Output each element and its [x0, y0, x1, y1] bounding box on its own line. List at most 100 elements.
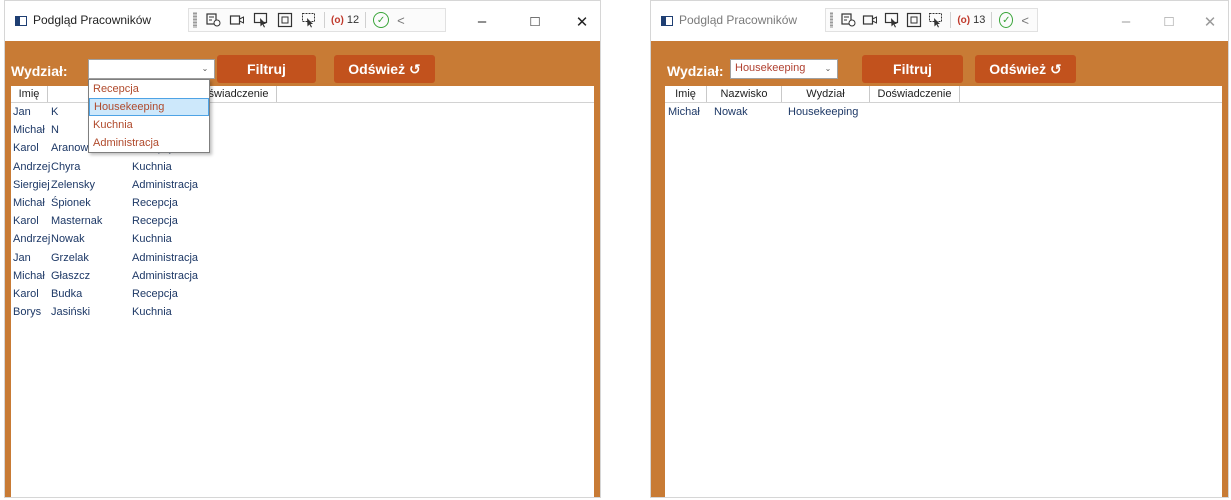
last-name-cell: Nowak — [714, 106, 748, 118]
first-name-cell: Karol — [13, 215, 39, 228]
table-row[interactable]: Michał Śpionek Recepcja — [11, 195, 594, 213]
table-row[interactable]: Andrzej Nowak Kuchnia — [11, 231, 594, 249]
column-header-last-name[interactable]: Nazwisko — [707, 86, 782, 102]
last-name-cell: K — [51, 106, 59, 118]
last-name-cell: Jasiński — [51, 306, 91, 319]
first-name-cell: Jan — [13, 106, 31, 118]
combobox-value: Housekeeping — [735, 62, 806, 74]
last-name-cell: Śpionek — [51, 196, 91, 209]
last-name-cell: Grzelak — [51, 251, 89, 264]
table-row[interactable]: Karol Budka Recepcja — [11, 286, 594, 304]
app-window-icon — [15, 16, 27, 26]
first-name-cell: Andrzej — [13, 160, 51, 173]
collapse-chevron-icon[interactable]: < — [1021, 13, 1029, 28]
live-visual-tree-icon[interactable] — [840, 11, 856, 29]
binding-failures-counter[interactable]: (o) 12 — [331, 14, 359, 26]
track-focus-icon[interactable] — [300, 11, 318, 29]
close-button[interactable]: ✕ — [572, 13, 592, 31]
column-header-department[interactable]: Wydział — [782, 86, 870, 102]
table-row[interactable]: Michał Głaszcz Administracja — [11, 268, 594, 286]
column-header-experience[interactable]: Doświadczenie — [870, 86, 960, 102]
first-name-cell: Siergiej — [13, 178, 50, 191]
main-panel: Wydział: Housekeeping ⌄ Filtruj Odśwież … — [651, 41, 1228, 497]
dropdown-option-administracja[interactable]: Administracja — [89, 134, 209, 152]
department-combobox[interactable]: Housekeeping ⌄ — [730, 59, 838, 79]
live-visual-tree-icon[interactable] — [204, 11, 222, 29]
department-cell: Kuchnia — [132, 233, 172, 246]
first-name-cell: Andrzej — [13, 233, 51, 246]
department-dropdown-list: Recepcja Housekeeping Kuchnia Administra… — [88, 79, 210, 153]
display-layout-adorners-icon[interactable] — [906, 11, 922, 29]
filter-button[interactable]: Filtruj — [217, 55, 316, 83]
last-name-cell: Nowak — [51, 233, 85, 246]
binding-failures-counter[interactable]: (o) 13 — [957, 14, 985, 26]
debug-toolbar: (o) 12 ✓ < — [188, 8, 446, 32]
binding-failures-icon: (o) — [957, 15, 971, 26]
department-cell: Kuchnia — [132, 306, 172, 319]
app-window-icon — [661, 16, 673, 26]
first-name-cell: Michał — [13, 196, 45, 209]
department-cell: Administracja — [132, 269, 199, 282]
minimize-button[interactable]: – — [1116, 13, 1136, 30]
display-layout-adorners-icon[interactable] — [276, 11, 294, 29]
main-panel: Wydział: ⌄ Filtruj Odśwież ↺ Recepcja Ho… — [5, 41, 600, 497]
chevron-down-icon[interactable]: ⌄ — [822, 63, 834, 75]
select-element-icon[interactable] — [252, 11, 270, 29]
last-name-cell: N — [51, 124, 59, 137]
minimize-button[interactable]: – — [472, 13, 492, 30]
department-label: Wydział: — [11, 63, 68, 79]
first-name-cell: Karol — [13, 142, 39, 155]
table-row[interactable]: Michał Nowak Housekeeping — [665, 104, 1222, 122]
right-app-window: Podgląd Pracowników (o) 13 ✓ < – □ ✕ Wyd… — [650, 0, 1229, 498]
department-cell: Housekeeping — [788, 106, 859, 118]
refresh-button[interactable]: Odśwież ↺ — [975, 55, 1076, 83]
dropdown-option-housekeeping[interactable]: Housekeeping — [89, 98, 209, 116]
track-focus-icon[interactable] — [928, 11, 944, 29]
left-app-window: Podgląd Pracowników (o) 12 ✓ < – □ ✕ Wyd… — [4, 0, 601, 498]
toolbar-grip-icon[interactable] — [193, 12, 197, 28]
dropdown-option-kuchnia[interactable]: Kuchnia — [89, 116, 209, 134]
filter-button[interactable]: Filtruj — [862, 55, 963, 83]
last-name-cell: Chyra — [51, 160, 81, 173]
employees-grid: Imię Nazwisko Wydział Doświadczenie Mich… — [665, 86, 1222, 497]
dropdown-option-recepcja[interactable]: Recepcja — [89, 80, 209, 98]
first-name-cell: Borys — [13, 306, 42, 319]
column-header-first-name[interactable]: Imię — [11, 86, 48, 102]
first-name-cell: Karol — [13, 287, 39, 300]
window-title: Podgląd Pracowników — [679, 13, 798, 27]
toolbar-grip-icon[interactable] — [830, 12, 834, 28]
binding-failures-icon: (o) — [331, 15, 344, 26]
hot-reload-check-icon[interactable]: ✓ — [999, 12, 1014, 28]
hot-reload-check-icon[interactable]: ✓ — [373, 12, 390, 28]
chevron-down-icon[interactable]: ⌄ — [199, 63, 211, 75]
title-bar: Podgląd Pracowników (o) 12 ✓ < – □ ✕ — [5, 1, 600, 39]
department-combobox[interactable]: ⌄ — [88, 59, 215, 79]
department-label: Wydział: — [667, 63, 724, 79]
select-element-icon[interactable] — [884, 11, 900, 29]
grid-rows: Michał Nowak Housekeeping — [665, 104, 1222, 122]
title-bar: Podgląd Pracowników (o) 13 ✓ < – □ ✕ — [651, 1, 1228, 39]
department-cell: Administracja — [132, 178, 199, 191]
first-name-cell: Michał — [13, 269, 45, 282]
collapse-chevron-icon[interactable]: < — [397, 13, 405, 28]
table-row[interactable]: Andrzej Chyra Kuchnia — [11, 159, 594, 177]
last-name-cell: Głaszcz — [51, 269, 91, 282]
table-row[interactable]: Karol Masternak Recepcja — [11, 213, 594, 231]
camera-icon[interactable] — [228, 11, 246, 29]
maximize-button[interactable]: □ — [1159, 13, 1179, 30]
first-name-cell: Michał — [668, 106, 700, 118]
first-name-cell: Michał — [13, 124, 45, 137]
maximize-button[interactable]: □ — [525, 13, 545, 30]
department-cell: Recepcja — [132, 215, 178, 228]
department-cell: Kuchnia — [132, 160, 172, 173]
last-name-cell: Budka — [51, 287, 83, 300]
refresh-button[interactable]: Odśwież ↺ — [334, 55, 435, 83]
department-cell: Recepcja — [132, 196, 178, 209]
close-button[interactable]: ✕ — [1200, 13, 1220, 31]
table-row[interactable]: Borys Jasiński Kuchnia — [11, 304, 594, 322]
column-header-first-name[interactable]: Imię — [665, 86, 707, 102]
table-row[interactable]: Siergiej Zelensky Administracja — [11, 177, 594, 195]
camera-icon[interactable] — [862, 11, 878, 29]
table-row[interactable]: Jan Grzelak Administracja — [11, 250, 594, 268]
window-title: Podgląd Pracowników — [33, 13, 152, 27]
